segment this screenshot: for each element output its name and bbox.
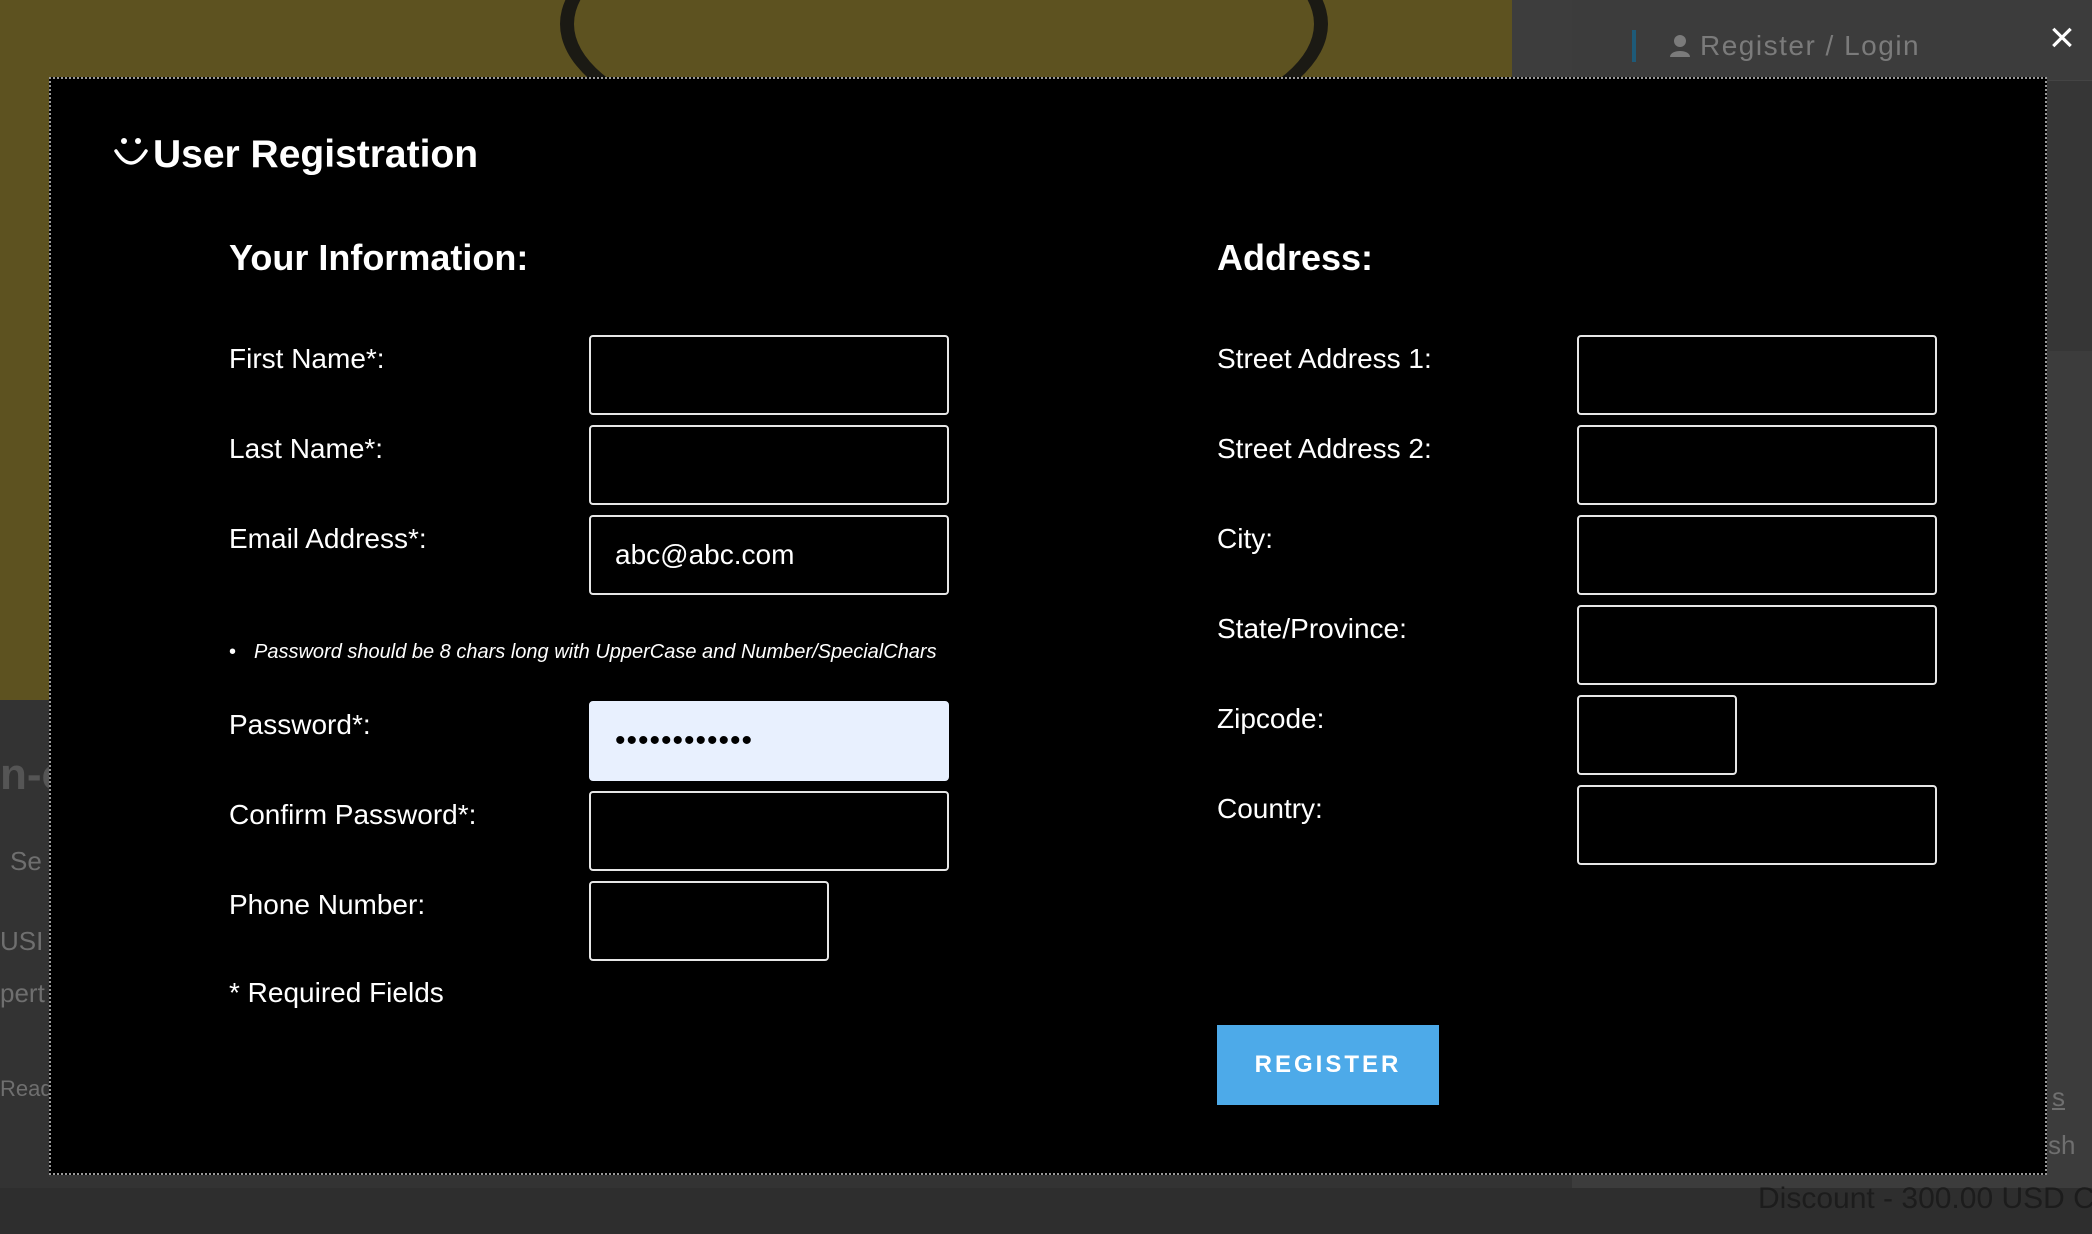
last-name-input[interactable]: [589, 425, 949, 505]
background-text-fragment: sh: [2048, 1130, 2076, 1160]
background-link-fragment[interactable]: s: [2052, 1082, 2065, 1113]
password-hint: Password should be 8 chars long with Upp…: [229, 641, 937, 664]
background-text-fragment: USI: [0, 926, 44, 956]
register-button[interactable]: REGISTER: [1217, 1025, 1439, 1105]
last-name-label: Last Name*:: [229, 433, 384, 464]
zipcode-input[interactable]: [1577, 695, 1737, 775]
confirm-password-input[interactable]: [589, 791, 949, 871]
email-label: Email Address*:: [229, 523, 427, 554]
smiley-icon: [114, 138, 148, 165]
first-name-label: First Name*:: [229, 343, 385, 374]
confirm-password-label: Confirm Password*:: [229, 799, 477, 830]
modal-title: User Registration: [113, 133, 478, 177]
street-address-2-input[interactable]: [1577, 425, 1937, 505]
user-icon: [1670, 35, 1690, 57]
background-text-fragment: pert: [0, 978, 45, 1008]
street-address-2-label: Street Address 2:: [1217, 433, 1432, 464]
register-login-label: Register / Login: [1700, 30, 1921, 61]
city-input[interactable]: [1577, 515, 1937, 595]
your-information-heading: Your Information:: [229, 237, 529, 278]
required-fields-note: * Required Fields: [229, 977, 444, 1008]
street-address-1-label: Street Address 1:: [1217, 343, 1432, 374]
state-province-label: State/Province:: [1217, 613, 1407, 644]
divider: [1632, 30, 1636, 62]
zipcode-label: Zipcode:: [1217, 703, 1325, 734]
phone-number-label: Phone Number:: [229, 889, 426, 920]
city-label: City:: [1217, 523, 1273, 554]
discount-text: Discount - 300.00 USD C: [1758, 1182, 2092, 1215]
first-name-input[interactable]: [589, 335, 949, 415]
password-input[interactable]: [589, 701, 949, 781]
close-icon[interactable]: ×: [2040, 16, 2084, 60]
street-address-1-input[interactable]: [1577, 335, 1937, 415]
password-label: Password*:: [229, 709, 371, 740]
modal-title-text: User Registration: [153, 133, 479, 176]
state-province-input[interactable]: [1577, 605, 1937, 685]
address-heading: Address:: [1217, 237, 1374, 278]
email-input[interactable]: [589, 515, 949, 595]
phone-number-input[interactable]: [589, 881, 829, 961]
country-input[interactable]: [1577, 785, 1937, 865]
registration-modal: User Registration Your Information: Firs…: [49, 77, 2047, 1175]
country-label: Country:: [1217, 793, 1323, 824]
background-text-fragment[interactable]: Read: [0, 1076, 53, 1102]
register-login-link[interactable]: Register / Login: [1632, 26, 1920, 66]
background-text-fragment: Se: [10, 846, 42, 876]
